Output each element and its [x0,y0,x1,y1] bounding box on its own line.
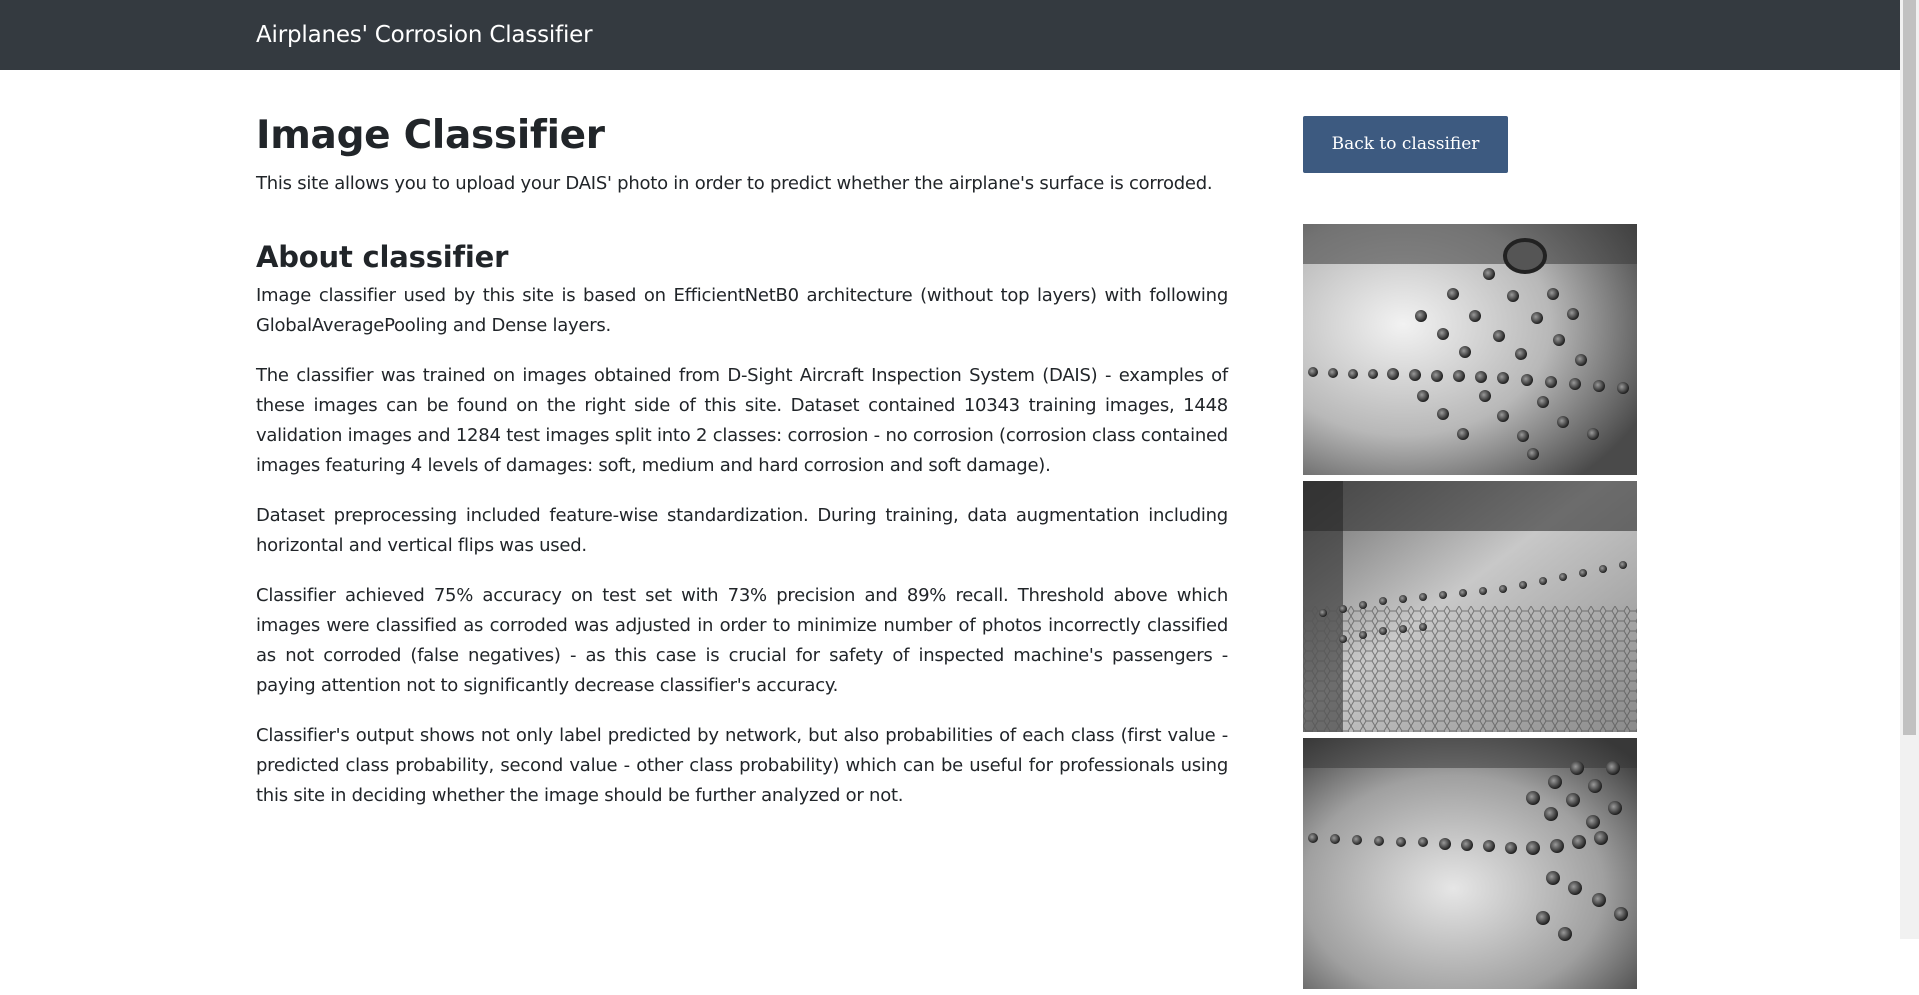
sample-images-column [1303,224,1637,995]
navbar: Airplanes' Corrosion Classifier [0,0,1900,70]
about-paragraph-preprocessing: Dataset preprocessing included feature-w… [256,505,1228,556]
navbar-brand[interactable]: Airplanes' Corrosion Classifier [256,20,593,50]
about-paragraph-results: Classifier achieved 75% accuracy on test… [256,585,1228,696]
about-paragraph-dataset: The classifier was trained on images obt… [256,365,1228,476]
about-paragraph-architecture: Image classifier used by this site is ba… [256,285,1228,336]
dais-sample-image [1303,738,1637,989]
scrollbar-thumb[interactable] [1903,0,1916,735]
page-title: Image Classifier [256,113,605,158]
back-to-classifier-button[interactable]: Back to classifier [1303,116,1508,173]
about-paragraph-output: Classifier's output shows not only label… [256,725,1228,806]
page-lead: This site allows you to upload your DAIS… [256,173,1213,194]
dais-sample-image [1303,481,1637,732]
about-classifier-heading: About classifier [256,240,509,274]
main-content: Image Classifier This site allows you to… [256,110,1228,811]
dais-sample-image [1303,224,1637,475]
